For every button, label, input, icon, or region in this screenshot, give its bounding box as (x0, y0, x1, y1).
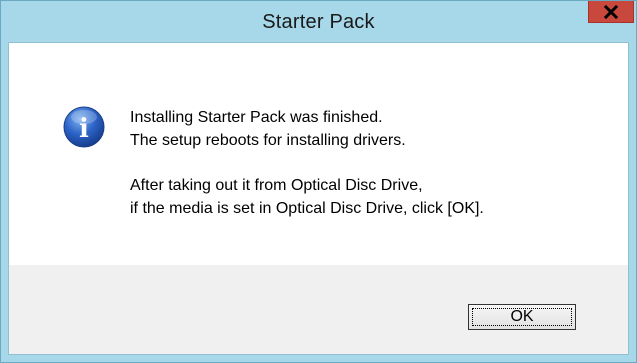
message-area: i Installing Starter Pack was finished. … (9, 43, 628, 265)
message-line-2: The setup reboots for installing drivers… (130, 132, 406, 149)
dialog-body: i Installing Starter Pack was finished. … (8, 42, 629, 355)
information-icon: i (63, 106, 105, 148)
title-bar[interactable]: Starter Pack (1, 1, 636, 41)
message-line-3: After taking out it from Optical Disc Dr… (130, 177, 423, 194)
window-title: Starter Pack (262, 11, 375, 33)
message-text: Installing Starter Pack was finished. Th… (130, 106, 484, 220)
message-line-4: if the media is set in Optical Disc Driv… (130, 200, 484, 217)
dialog-window: Starter Pack i Installing Starter Pack w… (0, 0, 637, 363)
ok-button-label: OK (510, 308, 534, 325)
button-bar: OK (9, 265, 628, 354)
info-glyph: i (79, 114, 89, 144)
message-line-1: Installing Starter Pack was finished. (130, 109, 383, 126)
close-button[interactable] (588, 1, 634, 23)
close-x-icon (604, 4, 618, 19)
ok-button[interactable]: OK (468, 304, 576, 330)
